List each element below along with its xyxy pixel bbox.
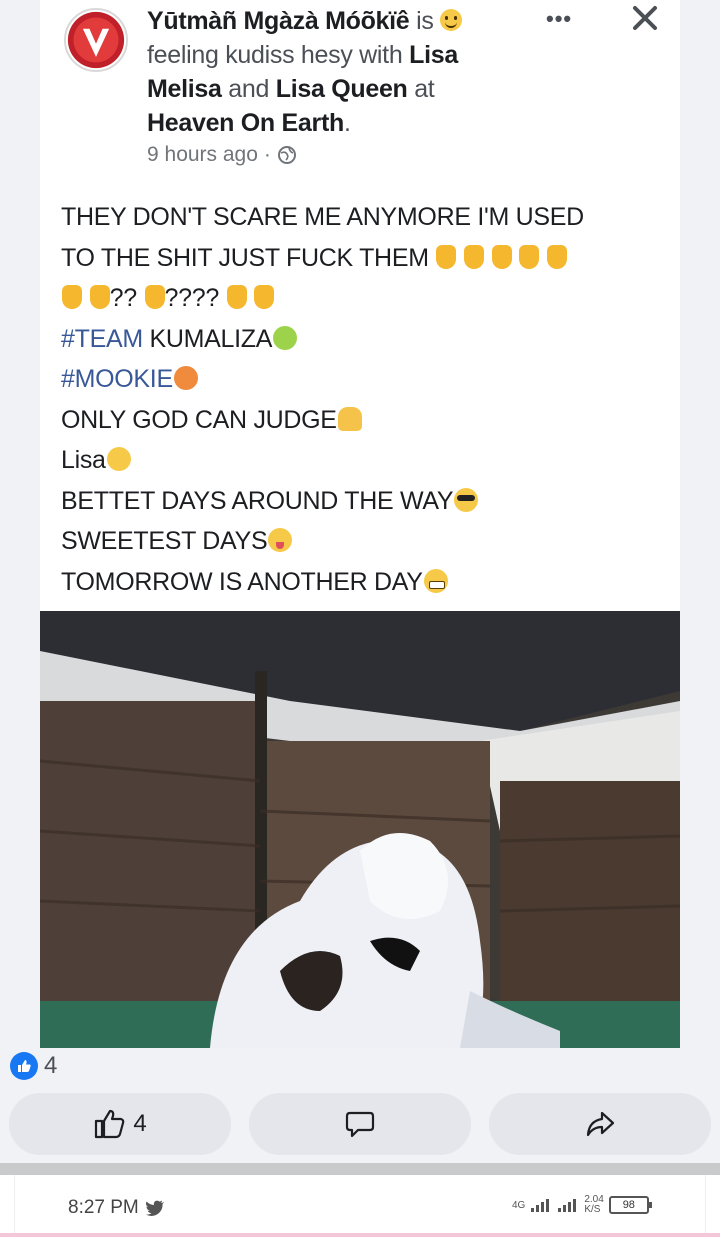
middle-finger-emoji-icon	[254, 285, 275, 309]
status-time: 8:27 PM	[68, 1197, 139, 1218]
hashtag-mookie[interactable]: #MOOKIE	[61, 365, 173, 393]
network-type: 4G	[512, 1199, 526, 1211]
body-line-1: THEY DON'T SCARE ME ANYMORE I'M USED	[61, 203, 584, 231]
network-speed: 2.04 K/S	[584, 1195, 603, 1215]
praying-hands-emoji-icon	[337, 406, 362, 431]
middle-finger-emoji-icon	[519, 244, 540, 269]
comment-icon	[345, 1111, 375, 1138]
status-time-group: 8:27 PM	[68, 1197, 165, 1219]
body-line-8: BETTET DAYS AROUND THE WAY	[61, 481, 661, 522]
body-line-4-rest: KUMALIZA	[142, 324, 273, 353]
post-card: Yūtmàñ Mgàzà Móõkïê is feeling kudiss he…	[40, 0, 680, 1048]
and-word: and	[228, 75, 270, 103]
body-line-2-text: TO THE SHIT JUST FUCK THEM	[61, 243, 429, 272]
reactions-summary[interactable]: 4	[10, 1052, 57, 1080]
status-indicators: 4G 2.04 K/S 98	[512, 1195, 652, 1215]
post-body: THEY DON'T SCARE ME ANYMORE I'M USED TO …	[61, 197, 661, 602]
like-reaction-icon	[10, 1052, 38, 1080]
body-line-5: #MOOKIE	[61, 359, 661, 400]
body-line-7-text: Lisa	[61, 446, 106, 474]
share-icon	[586, 1111, 615, 1137]
angry-face-emoji-icon	[173, 366, 198, 390]
middle-finger-emoji-icon	[547, 244, 567, 269]
body-line-9: SWEETEST DAYS	[61, 521, 661, 562]
middle-finger-emoji-icon	[464, 244, 485, 269]
grimace-emoji-icon	[423, 568, 448, 593]
post-photo[interactable]	[40, 611, 680, 1048]
like-button[interactable]: 4	[9, 1093, 231, 1155]
battery-icon: 98	[608, 1196, 652, 1214]
middle-finger-emoji-icon	[62, 285, 82, 309]
body-line-9-text: SWEETEST DAYS	[61, 527, 268, 555]
at-word: at	[414, 75, 435, 103]
period: .	[343, 109, 351, 137]
thumbs-up-icon	[95, 1109, 125, 1139]
middle-finger-emoji-icon	[89, 285, 110, 309]
body-line-3: ?? ????	[61, 278, 661, 319]
share-button[interactable]	[489, 1093, 711, 1155]
network-speed-unit: K/S	[584, 1204, 601, 1215]
reaction-count: 4	[44, 1052, 58, 1079]
separator: ·	[263, 143, 271, 166]
more-options-button[interactable]: •••	[546, 6, 572, 32]
question-marks-1: ??	[109, 284, 138, 312]
avatar-logo-icon	[67, 11, 125, 69]
is-word: is	[416, 7, 434, 35]
timestamp[interactable]: 9 hours ago	[147, 143, 258, 167]
middle-finger-emoji-icon	[491, 244, 512, 269]
timestamp-row: 9 hours ago ·	[147, 143, 297, 167]
question-marks-2: ????	[164, 284, 220, 312]
status-bar: 8:27 PM 4G 2.04 K/S 98	[0, 1175, 720, 1237]
hashtag-team[interactable]: #TEAM	[61, 325, 143, 353]
body-line-6: ONLY GOD CAN JUDGE	[61, 400, 661, 441]
tongue-face-emoji-icon	[268, 528, 293, 552]
body-line-2: TO THE SHIT JUST FUCK THEM	[61, 238, 661, 279]
sunglasses-emoji-icon	[454, 487, 479, 512]
body-line-8-text: BETTET DAYS AROUND THE WAY	[61, 486, 454, 515]
middle-finger-emoji-icon	[144, 285, 165, 309]
smile-emoji-icon	[440, 9, 463, 31]
kiss-face-emoji-icon	[106, 447, 131, 471]
comment-button[interactable]	[249, 1093, 471, 1155]
author-avatar[interactable]	[64, 8, 128, 72]
action-bar: 4	[0, 1093, 720, 1155]
money-mouth-emoji-icon	[273, 325, 298, 350]
twitter-bird-icon	[145, 1200, 164, 1216]
section-divider	[0, 1163, 720, 1175]
post-header: Yūtmàñ Mgàzà Móõkïê is feeling kudiss he…	[147, 4, 537, 140]
feeling-text: feeling kudiss hesy with	[147, 41, 403, 69]
middle-finger-emoji-icon	[226, 285, 247, 309]
battery-level: 98	[622, 1199, 635, 1211]
body-line-4: #TEAM KUMALIZA	[61, 319, 661, 360]
bottom-edge	[0, 1233, 720, 1237]
signal-strength-2-icon	[558, 1199, 577, 1212]
middle-finger-emoji-icon	[436, 244, 457, 269]
photo-image	[40, 611, 680, 1048]
author-name[interactable]: Yūtmàñ Mgàzà Móõkïê	[147, 7, 410, 35]
body-line-7: Lisa	[61, 440, 661, 481]
tagged-user-2[interactable]: Lisa Queen	[276, 75, 408, 103]
body-line-10: TOMORROW IS ANOTHER DAY	[61, 562, 661, 603]
body-line-6-text: ONLY GOD CAN JUDGE	[61, 405, 337, 434]
like-count: 4	[133, 1110, 147, 1137]
body-line-10-text: TOMORROW IS ANOTHER DAY	[61, 567, 423, 596]
signal-strength-icon	[531, 1199, 550, 1212]
close-icon[interactable]	[627, 0, 663, 36]
location-link[interactable]: Heaven On Earth	[147, 109, 344, 137]
globe-icon	[277, 146, 296, 164]
